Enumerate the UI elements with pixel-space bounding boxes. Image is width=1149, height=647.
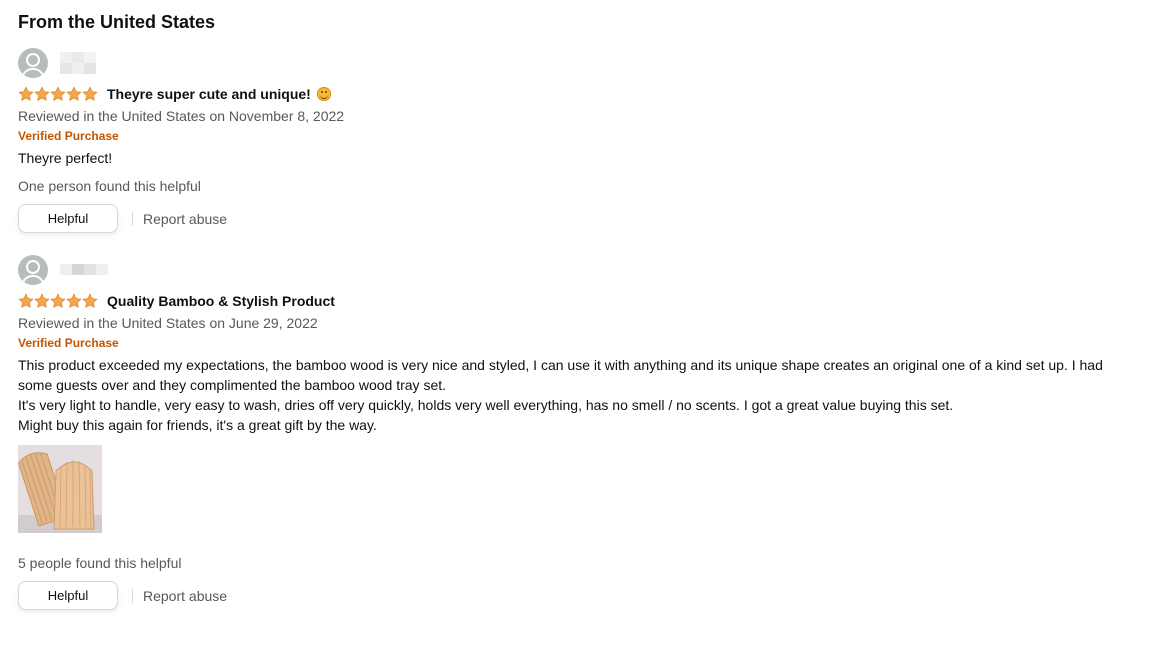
helpful-button[interactable]: Helpful xyxy=(18,581,118,610)
reviewer-profile[interactable] xyxy=(18,255,1131,285)
review-title[interactable]: Quality Bamboo & Stylish Product xyxy=(107,293,335,309)
star-icon xyxy=(66,86,82,102)
review-body-paragraph: Might buy this again for friends, it's a… xyxy=(18,417,377,433)
review-card: Quality Bamboo & Stylish Product Reviewe… xyxy=(18,255,1131,610)
star-icon xyxy=(18,293,34,309)
avatar-icon xyxy=(18,255,48,285)
bamboo-tray-image xyxy=(18,445,102,533)
star-rating[interactable] xyxy=(18,86,98,102)
reviewer-name-redacted xyxy=(60,264,108,276)
review-title-row: Theyre super cute and unique! xyxy=(18,83,1131,105)
review-body-paragraph: This product exceeded my expectations, t… xyxy=(18,357,1103,393)
review-body: This product exceeded my expectations, t… xyxy=(18,355,1138,435)
action-divider xyxy=(132,211,133,226)
helpful-count: 5 people found this helpful xyxy=(18,555,182,571)
review-actions: Helpful Report abuse xyxy=(18,581,1131,610)
star-icon xyxy=(34,86,50,102)
review-title-row: Quality Bamboo & Stylish Product xyxy=(18,290,1131,312)
review-body-paragraph: Theyre perfect! xyxy=(18,150,113,166)
star-icon xyxy=(82,86,98,102)
reviewer-profile[interactable] xyxy=(18,48,1131,78)
review-body-paragraph: It's very light to handle, very easy to … xyxy=(18,397,954,413)
star-rating[interactable] xyxy=(18,293,98,309)
star-icon xyxy=(66,293,82,309)
reviews-page: From the United States Theyre super cute… xyxy=(0,0,1149,610)
helpful-button[interactable]: Helpful xyxy=(18,204,118,233)
star-icon xyxy=(50,293,66,309)
verified-purchase-badge: Verified Purchase xyxy=(18,336,119,350)
star-icon xyxy=(82,293,98,309)
review-actions: Helpful Report abuse xyxy=(18,204,1131,233)
star-icon xyxy=(50,86,66,102)
avatar-icon xyxy=(18,48,48,78)
star-icon xyxy=(34,293,50,309)
smiling-face-icon xyxy=(316,87,331,101)
section-title: From the United States xyxy=(18,12,216,32)
star-icon xyxy=(18,86,34,102)
review-image-thumbnail[interactable] xyxy=(18,445,102,533)
review-date: Reviewed in the United States on Novembe… xyxy=(18,108,345,124)
report-abuse-link[interactable]: Report abuse xyxy=(143,588,227,604)
reviewer-name-redacted xyxy=(60,52,96,74)
review-body: Theyre perfect! xyxy=(18,148,1138,168)
review-title[interactable]: Theyre super cute and unique! xyxy=(107,86,311,102)
action-divider xyxy=(132,588,133,603)
review-date: Reviewed in the United States on June 29… xyxy=(18,315,318,331)
verified-purchase-badge: Verified Purchase xyxy=(18,129,119,143)
helpful-count: One person found this helpful xyxy=(18,178,201,194)
report-abuse-link[interactable]: Report abuse xyxy=(143,211,227,227)
review-card: Theyre super cute and unique! Reviewed i… xyxy=(18,48,1131,233)
